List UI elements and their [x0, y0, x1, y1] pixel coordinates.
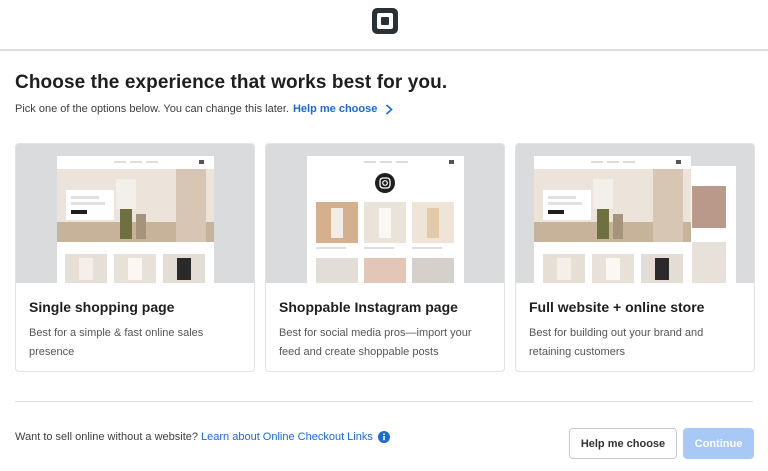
option-description: Best for building out your brand and ret…: [529, 327, 704, 358]
page-subtitle: Pick one of the options below. You can c…: [15, 103, 394, 115]
website-mockup-illustration: [534, 156, 736, 283]
instagram-mockup-illustration: [307, 156, 464, 283]
option-description: Best for social media pros—import your f…: [279, 327, 472, 358]
option-description: Best for a simple & fast online sales pr…: [29, 327, 204, 358]
option-title: Single shopping page: [29, 299, 175, 315]
subtitle-text: Pick one of the options below. You can c…: [15, 103, 289, 115]
help-me-choose-link[interactable]: Help me choose: [292, 103, 394, 115]
info-icon[interactable]: [377, 431, 390, 443]
chevron-right-icon: [386, 103, 394, 115]
single-page-preview-image: [16, 144, 254, 283]
instagram-page-preview-image: [266, 144, 504, 283]
help-me-choose-button[interactable]: Help me choose: [569, 428, 677, 459]
option-card-shoppable-instagram-page[interactable]: Shoppable Instagram page Best for social…: [265, 143, 505, 372]
square-logo-icon: [372, 8, 398, 34]
help-link-label: Help me choose: [292, 103, 378, 115]
option-title: Shoppable Instagram page: [279, 299, 458, 315]
footer-question: Want to sell online without a website?: [15, 431, 199, 443]
footer-note: Want to sell online without a website? L…: [15, 431, 390, 443]
option-card-single-shopping-page[interactable]: Single shopping page Best for a simple &…: [15, 143, 255, 372]
store-mockup-illustration: [57, 156, 214, 283]
online-checkout-links-link[interactable]: Learn about Online Checkout Links: [201, 431, 373, 443]
option-card-full-website-online-store[interactable]: Full website + online store Best for bui…: [515, 143, 755, 372]
page-title: Choose the experience that works best fo…: [15, 72, 448, 93]
full-website-preview-image: [516, 144, 754, 283]
footer-divider: [15, 401, 753, 402]
option-title: Full website + online store: [529, 299, 705, 315]
continue-button[interactable]: Continue: [683, 428, 754, 459]
top-bar: [0, 0, 768, 51]
